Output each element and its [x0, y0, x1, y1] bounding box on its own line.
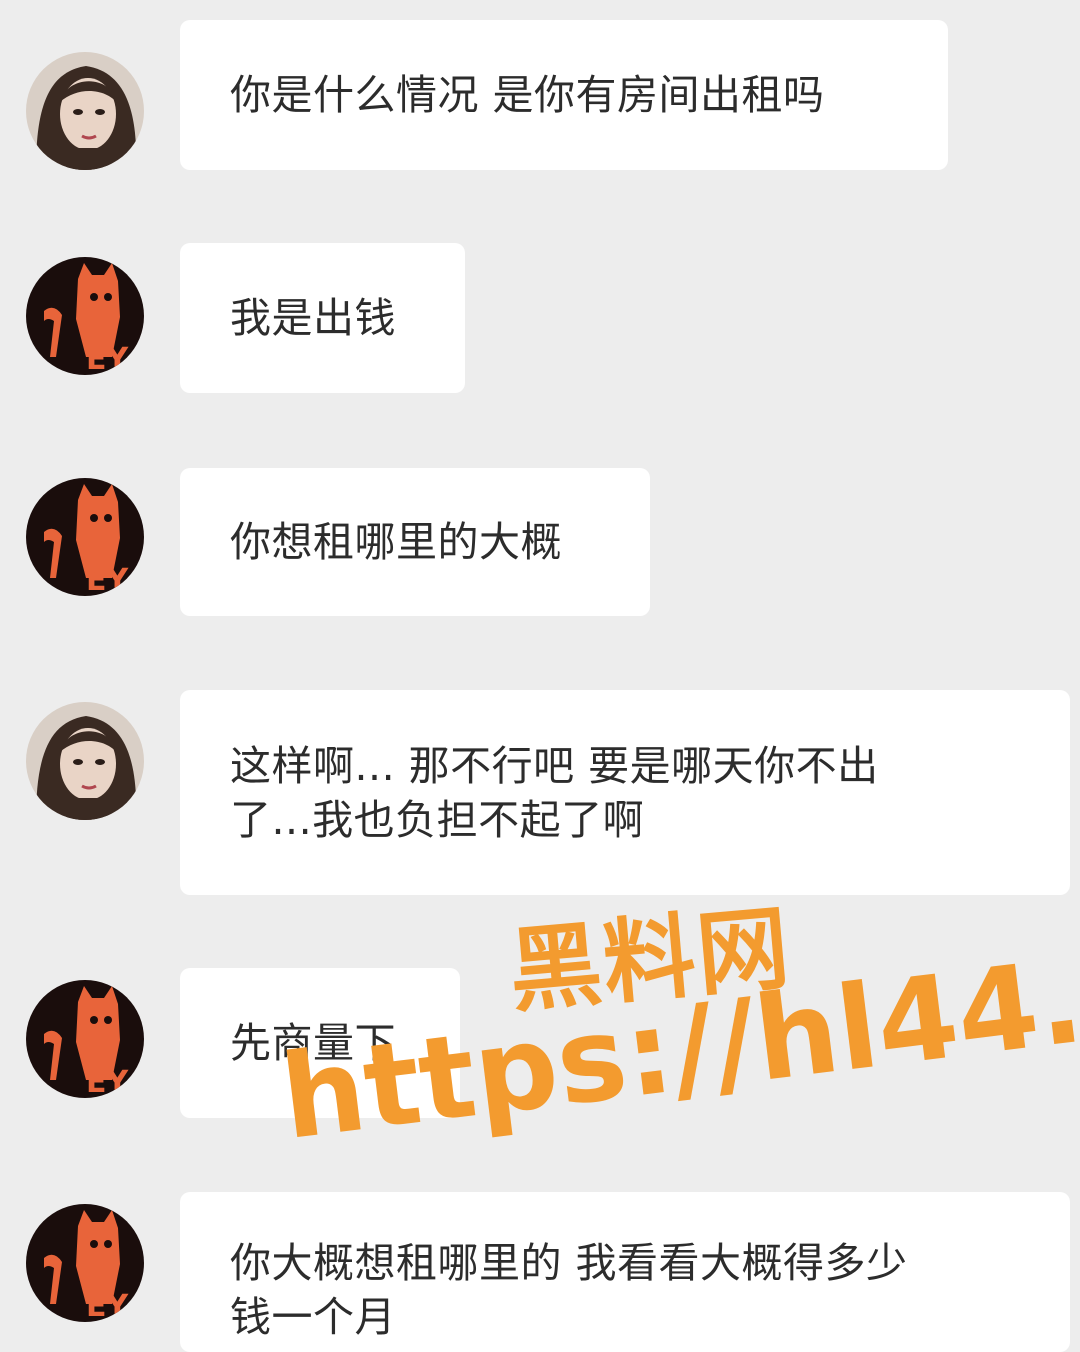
message-text: 先商量下	[230, 1019, 396, 1067]
orange-cat-avatar-icon: EY	[26, 1204, 144, 1322]
message-bubble[interactable]: 你想租哪里的大概	[180, 468, 650, 616]
avatar-badge-text: EY	[86, 563, 129, 596]
message-text: 我是出钱	[230, 294, 396, 342]
message-bubble[interactable]: 这样啊... 那不行吧 要是哪天你不出 了...我也负担不起了啊	[180, 690, 1070, 895]
avatar-badge-text: EY	[86, 342, 129, 375]
message-row: EY 你想租哪里的大概	[0, 468, 1080, 616]
cat-avatar[interactable]: EY	[26, 980, 144, 1098]
message-text: 你大概想租哪里的 我看看大概得多少 钱一个月	[230, 1239, 908, 1341]
message-bubble[interactable]: 先商量下	[180, 968, 460, 1118]
cat-avatar[interactable]: EY	[26, 478, 144, 596]
orange-cat-avatar-icon: EY	[26, 257, 144, 375]
message-bubble[interactable]: 你大概想租哪里的 我看看大概得多少 钱一个月	[180, 1192, 1070, 1352]
message-text: 你是什么情况 是你有房间出租吗	[230, 71, 825, 119]
message-text: 你想租哪里的大概	[230, 518, 562, 566]
avatar-badge-text: EY	[86, 1065, 129, 1098]
message-bubble[interactable]: 我是出钱	[180, 243, 465, 393]
woman-avatar[interactable]	[26, 702, 144, 820]
message-row: 这样啊... 那不行吧 要是哪天你不出 了...我也负担不起了啊	[0, 690, 1080, 895]
avatar-badge-text: EY	[86, 1289, 129, 1322]
woman-portrait-avatar-icon	[26, 52, 144, 170]
chat-message-list: 你是什么情况 是你有房间出租吗 EY 我是出钱 EY 你想租哪里的大概 这样啊.…	[0, 0, 1080, 1352]
message-bubble[interactable]: 你是什么情况 是你有房间出租吗	[180, 20, 948, 170]
orange-cat-avatar-icon: EY	[26, 478, 144, 596]
message-text: 这样啊... 那不行吧 要是哪天你不出 了...我也负担不起了啊	[230, 741, 879, 844]
cat-avatar[interactable]: EY	[26, 257, 144, 375]
woman-portrait-avatar-icon	[26, 702, 144, 820]
message-row: 你是什么情况 是你有房间出租吗	[0, 20, 1080, 170]
message-row: EY 你大概想租哪里的 我看看大概得多少 钱一个月	[0, 1192, 1080, 1352]
message-row: EY 先商量下	[0, 968, 1080, 1118]
woman-avatar[interactable]	[26, 52, 144, 170]
cat-avatar[interactable]: EY	[26, 1204, 144, 1322]
orange-cat-avatar-icon: EY	[26, 980, 144, 1098]
message-row: EY 我是出钱	[0, 243, 1080, 393]
